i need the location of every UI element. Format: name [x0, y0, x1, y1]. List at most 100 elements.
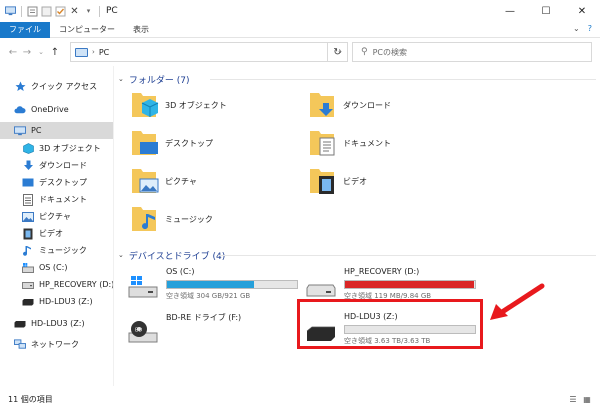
star-icon: [14, 81, 26, 92]
toolbar-divider: [21, 5, 22, 17]
pictures-icon: [132, 169, 159, 193]
sidebar-item-hp-recovery[interactable]: HP_RECOVERY (D:): [0, 276, 115, 293]
recent-dropdown-icon[interactable]: ⌄: [34, 42, 48, 62]
sidebar-item-music[interactable]: ミュージック: [0, 242, 113, 259]
window-controls: — ☐ ✕: [492, 0, 600, 22]
os-drive-icon: [22, 262, 34, 273]
usage-fill: [345, 281, 474, 288]
address-bar[interactable]: › PC ⌄: [70, 42, 348, 62]
minimize-button[interactable]: —: [492, 0, 528, 22]
folder-documents[interactable]: ドキュメント: [308, 124, 391, 162]
desktop-icon: [22, 177, 34, 188]
delete-x-icon[interactable]: ✕: [69, 6, 80, 17]
chevron-right-icon[interactable]: ›: [92, 48, 95, 56]
refresh-icon[interactable]: ↻: [327, 42, 347, 62]
group-divider: [210, 79, 596, 80]
sidebar-item-label: OS (C:): [39, 263, 68, 272]
folder-videos[interactable]: ビデオ: [308, 162, 367, 200]
search-box[interactable]: ⚲: [352, 42, 592, 62]
ribbon-expand-icon[interactable]: ⌄: [573, 24, 580, 33]
large-icons-view-icon[interactable]: ▦: [582, 394, 592, 404]
sidebar-item-os-c[interactable]: OS (C:): [0, 259, 113, 276]
group-title: デバイスとドライブ (4): [128, 251, 226, 262]
app-computer-icon[interactable]: [5, 6, 16, 17]
group-title: フォルダー (7): [128, 75, 190, 86]
sidebar-item-3d-objects[interactable]: 3D オブジェクト: [0, 140, 113, 157]
folder-label: ドキュメント: [343, 138, 391, 148]
drive-name: OS (C:): [166, 267, 195, 276]
download-icon: [310, 93, 334, 117]
ribbon-tabs: ファイル コンピューター 表示 ⌄ ?: [0, 21, 600, 38]
sidebar-item-label: ビデオ: [39, 229, 63, 238]
help-icon[interactable]: ?: [588, 24, 592, 33]
video-icon: [310, 169, 334, 194]
sidebar-item-pictures[interactable]: ピクチャ: [0, 208, 113, 225]
maximize-button[interactable]: ☐: [528, 0, 564, 22]
sidebar-item-label: ピクチャ: [39, 212, 71, 221]
new-folder-icon[interactable]: [41, 6, 52, 17]
sidebar-item-label: 3D オブジェクト: [39, 144, 101, 153]
sidebar-item-downloads[interactable]: ダウンロード: [0, 157, 113, 174]
download-icon: [22, 160, 34, 171]
sidebar-item-pc[interactable]: PC: [0, 122, 113, 139]
sidebar-item-videos[interactable]: ビデオ: [0, 225, 113, 242]
music-icon: [22, 245, 34, 256]
back-arrow-icon[interactable]: ←: [6, 42, 20, 62]
search-input[interactable]: [372, 47, 573, 57]
3d-objects-icon: [22, 143, 34, 154]
drive-free-space: 空き領域 304 GB/921 GB: [166, 292, 251, 300]
folder-downloads[interactable]: ダウンロード: [308, 86, 391, 124]
tab-view[interactable]: 表示: [124, 22, 158, 38]
tab-computer[interactable]: コンピューター: [50, 22, 124, 38]
folder-music[interactable]: ミュージック: [130, 200, 213, 238]
drive-icon: [22, 279, 34, 290]
item-count: 11 個の項目: [8, 394, 53, 404]
folder-pictures[interactable]: ピクチャ: [130, 162, 197, 200]
close-button[interactable]: ✕: [564, 0, 600, 22]
breadcrumb-pc[interactable]: PC: [99, 48, 109, 57]
network-icon: [14, 339, 26, 350]
desktop-icon: [132, 131, 158, 155]
red-arrow-annotation: [490, 283, 545, 320]
window-title: PC: [106, 6, 118, 16]
svg-text:BD: BD: [135, 328, 142, 334]
sidebar-item-label: PC: [31, 126, 42, 135]
sidebar-item-documents[interactable]: ドキュメント: [0, 191, 113, 208]
navigation-bar: ← → ⌄ ↑ › PC ⌄ ↻ ⚲: [0, 40, 600, 64]
sidebar-item-onedrive[interactable]: OneDrive: [0, 101, 113, 118]
title-bar: ✕ ▾ PC — ☐ ✕: [0, 0, 600, 22]
drive-bd-re[interactable]: BD BD-RE ドライブ (F:): [128, 312, 308, 352]
sidebar-item-hd-ldu3-root[interactable]: HD-LDU3 (Z:): [0, 315, 113, 332]
folder-desktop[interactable]: デスクトップ: [130, 124, 213, 162]
sidebar-item-quick-access[interactable]: クイック アクセス: [0, 78, 113, 95]
folder-label: ビデオ: [343, 176, 367, 186]
sidebar-item-network[interactable]: ネットワーク: [0, 336, 113, 353]
sidebar-item-desktop[interactable]: デスクトップ: [0, 174, 113, 191]
sidebar-item-hd-ldu3[interactable]: HD-LDU3 (Z:): [0, 293, 113, 310]
drive-name: HP_RECOVERY (D:): [344, 267, 420, 276]
drive-os-c[interactable]: OS (C:) 空き領域 304 GB/921 GB: [128, 267, 308, 307]
up-arrow-icon[interactable]: ↑: [48, 42, 62, 62]
customize-dropdown-icon[interactable]: ▾: [83, 6, 94, 17]
folder-3d-objects[interactable]: 3D オブジェクト: [130, 86, 227, 124]
sidebar-item-label: OneDrive: [31, 105, 69, 114]
document-icon: [22, 193, 34, 206]
group-header-devices[interactable]: ⌄ デバイスとドライブ (4): [118, 248, 596, 262]
folder-label: ダウンロード: [343, 100, 391, 110]
video-icon: [22, 228, 34, 239]
details-view-icon[interactable]: ☰: [568, 394, 578, 404]
sidebar-item-label: HP_RECOVERY (D:): [39, 280, 115, 289]
forward-arrow-icon[interactable]: →: [20, 42, 34, 62]
properties-icon[interactable]: [27, 6, 38, 17]
chevron-down-icon[interactable]: ⌄: [118, 75, 124, 83]
sidebar-item-label: HD-LDU3 (Z:): [39, 297, 93, 306]
tab-file[interactable]: ファイル: [0, 21, 50, 38]
checkmark-icon[interactable]: [55, 6, 66, 17]
sidebar-item-label: クイック アクセス: [31, 82, 98, 91]
sidebar-item-label: ミュージック: [39, 246, 87, 255]
group-header-folders[interactable]: ⌄ フォルダー (7): [118, 72, 596, 86]
sidebar-item-label: デスクトップ: [39, 178, 87, 187]
chevron-down-icon[interactable]: ⌄: [118, 251, 124, 259]
view-switcher: ☰ ▦: [568, 394, 592, 404]
pictures-icon: [22, 211, 34, 222]
